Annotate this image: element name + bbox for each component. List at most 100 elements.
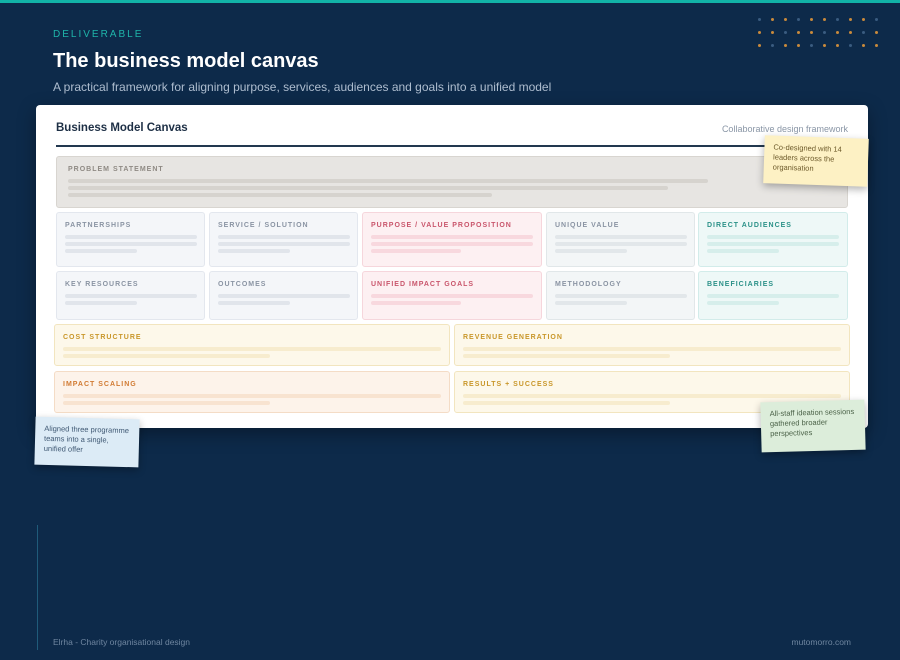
block-cost-structure: COST STRUCTURE — [54, 324, 450, 366]
decorative-dot — [875, 44, 878, 47]
placeholder-line — [65, 249, 137, 253]
block-label: REVENUE GENERATION — [463, 334, 563, 341]
placeholder-line — [65, 301, 137, 305]
block-unified-impact-goals: UNIFIED IMPACT GOALS — [362, 271, 542, 320]
decorative-dot — [784, 44, 787, 47]
footer-project: Elrha - Charity organisational design — [53, 637, 191, 647]
decorative-dot — [862, 44, 865, 47]
block-direct-audiences: DIRECT AUDIENCES — [698, 212, 848, 267]
placeholder-line — [371, 301, 461, 305]
decorative-dot — [797, 18, 800, 21]
block-partnerships: PARTNERSHIPS — [56, 212, 205, 267]
block-problem-statement: PROBLEM STATEMENT — [56, 156, 848, 208]
placeholder-line — [463, 347, 841, 351]
decorative-dot — [849, 44, 852, 47]
decorative-dot — [836, 44, 839, 47]
placeholder-line — [371, 242, 533, 246]
decorative-dot — [875, 18, 878, 21]
placeholder-line — [218, 294, 350, 298]
block-label: METHODOLOGY — [555, 281, 622, 288]
decorative-dot — [784, 31, 787, 34]
placeholder-line — [555, 301, 627, 305]
decorative-dot — [836, 31, 839, 34]
block-label: KEY RESOURCES — [65, 281, 139, 288]
placeholder-line — [371, 235, 533, 239]
canvas-divider — [56, 145, 848, 147]
canvas-title: Business Model Canvas — [56, 122, 188, 134]
decorative-dot — [849, 18, 852, 21]
decorative-dot — [784, 18, 787, 21]
placeholder-line — [707, 294, 839, 298]
block-label: COST STRUCTURE — [63, 334, 142, 341]
block-label: UNIQUE VALUE — [555, 222, 620, 229]
placeholder-line — [555, 294, 687, 298]
placeholder-line — [371, 249, 461, 253]
side-accent-line — [37, 525, 38, 650]
block-outcomes: OUTCOMES — [209, 271, 358, 320]
sticky-note-yellow: Co-designed with 14 leaders across the o… — [763, 135, 869, 187]
block-revenue-generation: REVENUE GENERATION — [454, 324, 850, 366]
placeholder-line — [555, 242, 687, 246]
placeholder-line — [218, 249, 290, 253]
top-accent-bar — [0, 0, 900, 3]
placeholder-line — [371, 294, 533, 298]
placeholder-line — [218, 242, 350, 246]
page-subtitle: A practical framework for aligning purpo… — [53, 80, 552, 94]
block-label: PARTNERSHIPS — [65, 222, 132, 229]
block-key-resources: KEY RESOURCES — [56, 271, 205, 320]
decorative-dot — [771, 18, 774, 21]
decorative-dot — [797, 44, 800, 47]
block-beneficiaries: BENEFICIARIES — [698, 271, 848, 320]
block-label: PURPOSE / VALUE PROPOSITION — [371, 222, 512, 229]
block-impact-scaling: IMPACT SCALING — [54, 371, 450, 413]
decorative-dot — [862, 18, 865, 21]
decorative-dot — [758, 44, 761, 47]
placeholder-line — [707, 235, 839, 239]
placeholder-line — [707, 301, 779, 305]
placeholder-line — [63, 347, 441, 351]
placeholder-line — [65, 235, 197, 239]
placeholder-line — [65, 294, 197, 298]
block-label: BENEFICIARIES — [707, 281, 775, 288]
decorative-dot — [771, 44, 774, 47]
decorative-dot — [862, 31, 865, 34]
decorative-dot — [823, 44, 826, 47]
canvas-card: Business Model Canvas Collaborative desi… — [36, 105, 868, 428]
decorative-dot — [836, 18, 839, 21]
decorative-dot — [810, 44, 813, 47]
block-label: OUTCOMES — [218, 281, 267, 288]
block-label: IMPACT SCALING — [63, 381, 137, 388]
block-label: RESULTS + SUCCESS — [463, 381, 554, 388]
decorative-dot — [797, 31, 800, 34]
footer-website: mutomorro.com — [791, 637, 851, 647]
block-unique-value: UNIQUE VALUE — [546, 212, 695, 267]
placeholder-line — [218, 235, 350, 239]
block-label: UNIFIED IMPACT GOALS — [371, 281, 475, 288]
placeholder-line — [218, 301, 290, 305]
decorative-dot — [810, 31, 813, 34]
page-title: The business model canvas — [53, 50, 319, 72]
placeholder-line — [63, 354, 270, 358]
block-label: PROBLEM STATEMENT — [68, 166, 164, 173]
placeholder-line — [463, 394, 841, 398]
placeholder-line — [707, 249, 779, 253]
canvas-subtitle: Collaborative design framework — [721, 124, 848, 134]
sticky-note-blue: Aligned three programme teams into a sin… — [34, 416, 140, 468]
block-service-solution: SERVICE / SOLUTION — [209, 212, 358, 267]
decorative-dot — [810, 18, 813, 21]
decorative-dot — [771, 31, 774, 34]
decorative-dot — [758, 31, 761, 34]
placeholder-line — [68, 186, 668, 190]
section-eyebrow: DELIVERABLE — [53, 29, 144, 40]
placeholder-line — [68, 179, 708, 183]
decorative-dot — [849, 31, 852, 34]
block-methodology: METHODOLOGY — [546, 271, 695, 320]
placeholder-line — [463, 354, 670, 358]
decorative-dot — [823, 31, 826, 34]
block-label: SERVICE / SOLUTION — [218, 222, 309, 229]
placeholder-line — [68, 193, 492, 197]
placeholder-line — [63, 401, 270, 405]
decorative-dot — [875, 31, 878, 34]
placeholder-line — [463, 401, 670, 405]
decorative-dot-grid — [758, 15, 888, 51]
